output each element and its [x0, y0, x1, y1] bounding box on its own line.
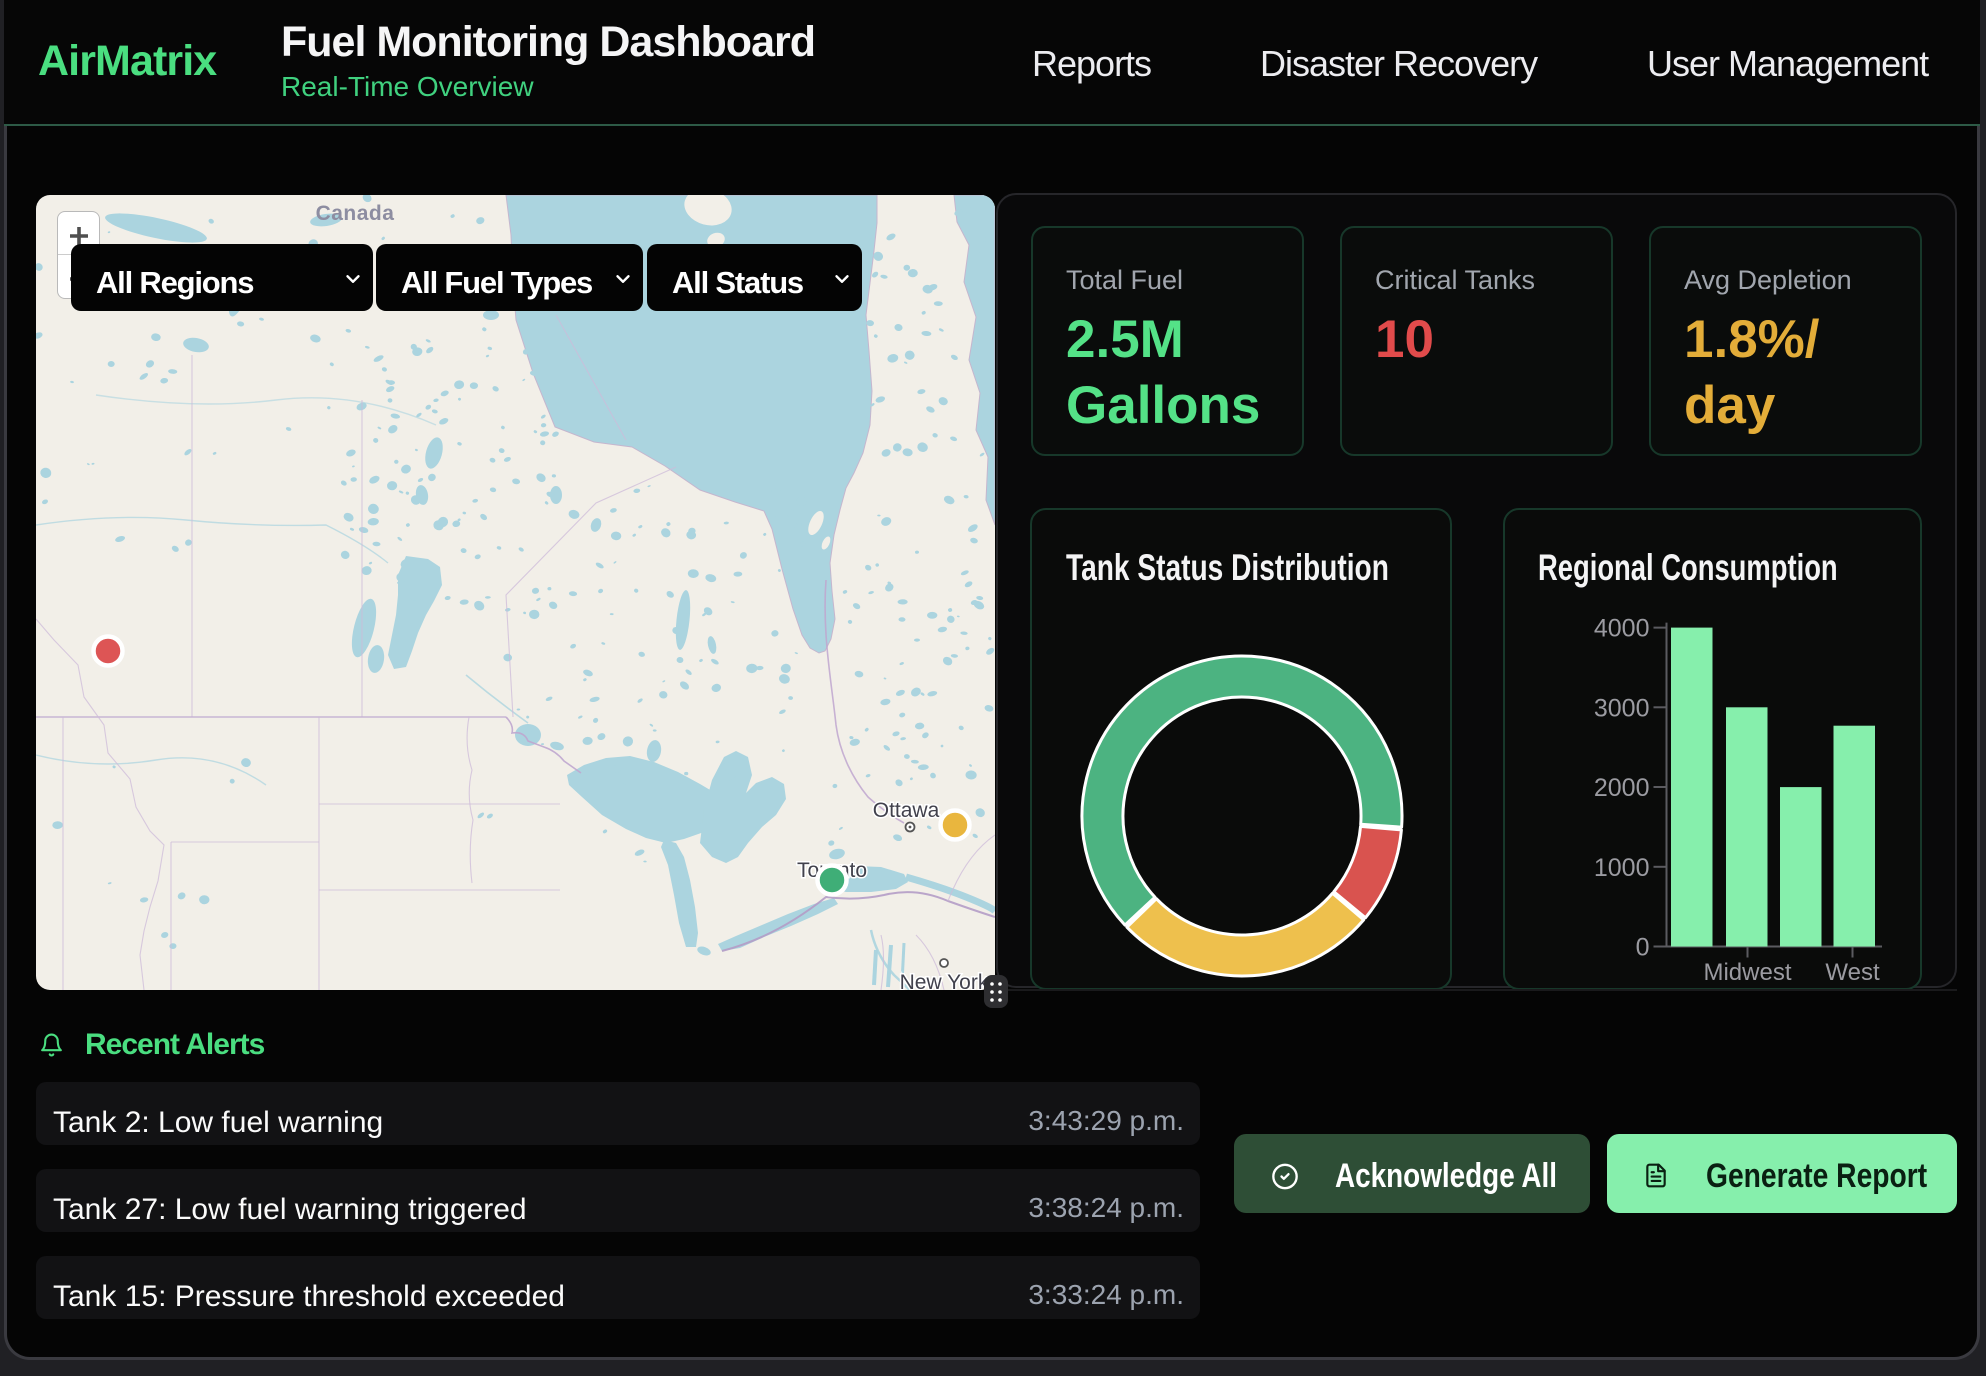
svg-text:Ottawa: Ottawa: [873, 799, 940, 822]
svg-text:Midwest: Midwest: [1703, 959, 1791, 986]
svg-text:3000: 3000: [1594, 694, 1650, 722]
svg-text:4000: 4000: [1594, 615, 1650, 643]
svg-text:West: West: [1825, 959, 1880, 986]
svg-text:0: 0: [1636, 934, 1650, 962]
svg-text:New York: New York: [900, 971, 989, 990]
svg-text:1000: 1000: [1594, 854, 1650, 882]
svg-text:2000: 2000: [1594, 774, 1650, 802]
svg-text:Canada: Canada: [316, 202, 395, 225]
